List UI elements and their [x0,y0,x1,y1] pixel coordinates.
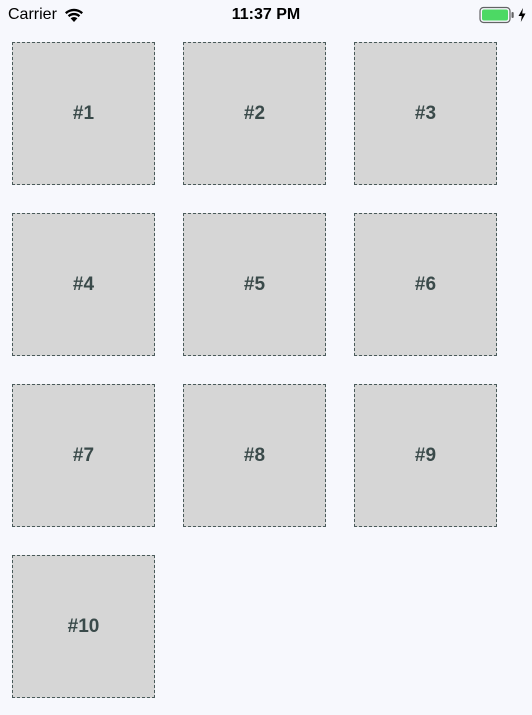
tile-label: #3 [414,102,437,124]
tile-8[interactable]: #8 [183,384,326,527]
battery-icon [479,6,515,24]
tile-label: #7 [72,444,95,466]
tile-grid: #1 #2 #3 #4 #5 #6 #7 #8 #9 #10 [12,42,498,698]
tile-5[interactable]: #5 [183,213,326,356]
tile-6[interactable]: #6 [354,213,497,356]
tile-label: #6 [414,273,437,295]
tile-7[interactable]: #7 [12,384,155,527]
tile-1[interactable]: #1 [12,42,155,185]
tile-label: #4 [72,273,95,295]
tile-4[interactable]: #4 [12,213,155,356]
status-time: 11:37 PM [231,6,301,23]
battery-group [479,4,526,26]
tile-label: #1 [72,102,95,124]
tile-label: #5 [243,273,266,295]
status-bar: Carrier 11:37 PM [0,0,532,30]
tile-label: #2 [243,102,266,124]
tile-9[interactable]: #9 [354,384,497,527]
tile-2[interactable]: #2 [183,42,326,185]
charging-bolt-icon [518,8,526,22]
tile-label: #8 [243,444,266,466]
tile-label: #10 [67,615,100,637]
tile-3[interactable]: #3 [354,42,497,185]
tile-10[interactable]: #10 [12,555,155,698]
tile-label: #9 [414,444,437,466]
